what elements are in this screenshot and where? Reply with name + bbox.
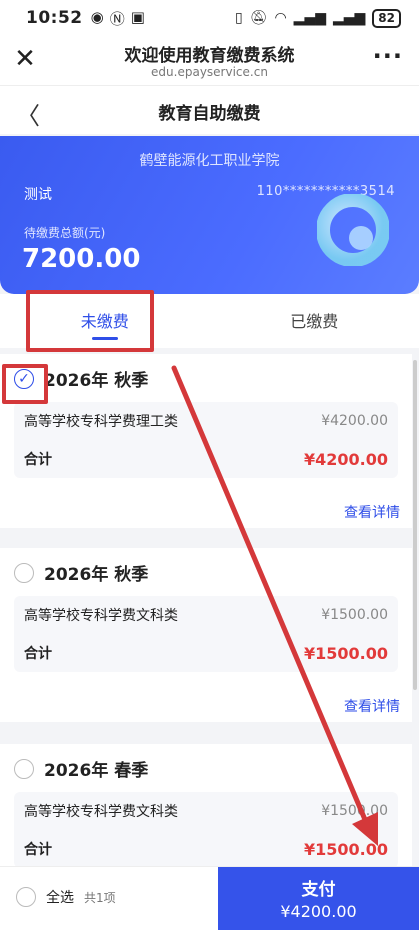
scrollbar[interactable] [413,360,417,690]
mute-icon: 🔕︎ [249,10,268,26]
select-all[interactable]: 全选 共1项 [16,887,116,907]
view-details-link[interactable]: 查看详情 [344,696,400,716]
total-amount: ¥1500.00 [303,643,388,663]
item-price: ¥1500.00 [321,803,388,819]
due-label: 待缴费总额(元) [24,226,106,240]
item-price: ¥1500.00 [321,607,388,623]
bill-term: 2026年 春季 [44,761,149,781]
item-name: 高等学校专科学费文科类 [24,608,178,624]
pay-button[interactable]: 支付 ¥4200.00 [218,867,419,930]
pay-label: 支付 [301,880,336,900]
battery-icon: 82 [372,8,401,28]
item-price: ¥4200.00 [321,413,388,429]
view-details-link[interactable]: 查看详情 [344,502,400,522]
tab-paid[interactable]: 已缴费 [210,294,419,348]
account-banner: 鹤壁能源化工职业学院 测试 110***********3514 待缴费总额(元… [0,136,419,294]
bill-term: 2026年 秋季 [44,371,149,391]
nav-bar: 〈 教育自助缴费 [0,86,419,134]
nfc-icon: Ⓝ [109,9,125,28]
due-amount: 7200.00 [22,244,141,274]
bill-item: 高等学校专科学费文科类 ¥1500.00 合计 ¥1500.00 [14,792,398,868]
app-notification-icon: ▣ [130,7,145,26]
total-amount: ¥4200.00 [303,449,388,469]
annotation-box-tab [26,290,154,352]
wifi-icon: ◠ [274,10,287,26]
browser-title: 欢迎使用教育缴费系统 [124,46,295,66]
item-name: 高等学校专科学费理工类 [24,414,178,430]
bill-term: 2026年 秋季 [44,565,149,585]
total-amount: ¥1500.00 [303,839,388,859]
eye-icon: ◉ [90,7,104,26]
status-time: 10:52 [26,8,83,28]
browser-bar: ✕ 欢迎使用教育缴费系统 edu.epayservice.cn ··· [0,36,419,86]
total-label: 合计 [24,842,52,858]
signal-icon: ▂▄▆ [293,10,326,26]
page-title: 教育自助缴费 [158,104,261,124]
total-label: 合计 [24,646,52,662]
more-menu-icon[interactable]: ··· [373,42,403,70]
browser-url: edu.epayservice.cn [151,65,268,79]
bill-item: 高等学校专科学费文科类 ¥1500.00 合计 ¥1500.00 [14,596,398,672]
bill-card: 2026年 春季 高等学校专科学费文科类 ¥1500.00 合计 ¥1500.0… [0,744,412,868]
bill-card: 2026年 秋季 高等学校专科学费文科类 ¥1500.00 合计 ¥1500.0… [0,548,412,722]
signal-icon-2: ▂▄▆ [332,10,366,26]
annotation-box-checkbox [2,364,48,404]
total-label: 合计 [24,452,52,468]
item-name: 高等学校专科学费文科类 [24,804,178,820]
bill-item: 高等学校专科学费理工类 ¥4200.00 合计 ¥4200.00 [14,402,398,478]
student-name: 测试 [24,187,52,203]
status-bar: 10:52 ◉ Ⓝ ▣ ▯ 🔕︎ ◠ ▂▄▆ ▂▄▆ 82 [0,0,419,36]
select-all-label: 全选 [46,890,74,906]
vibrate-icon: ▯ [234,10,243,26]
pay-amount: ¥4200.00 [280,902,357,921]
school-name: 鹤壁能源化工职业学院 [139,153,280,169]
decorative-ring-icon [317,194,389,266]
bill-checkbox[interactable] [14,562,34,583]
bill-card: ✓ 2026年 秋季 高等学校专科学费理工类 ¥4200.00 合计 ¥4200… [0,354,412,528]
bill-checkbox[interactable] [14,758,34,779]
bottom-pay-bar: 全选 共1项 支付 ¥4200.00 [0,866,419,930]
selected-count: 共1项 [84,890,116,905]
select-all-checkbox[interactable] [16,887,36,907]
